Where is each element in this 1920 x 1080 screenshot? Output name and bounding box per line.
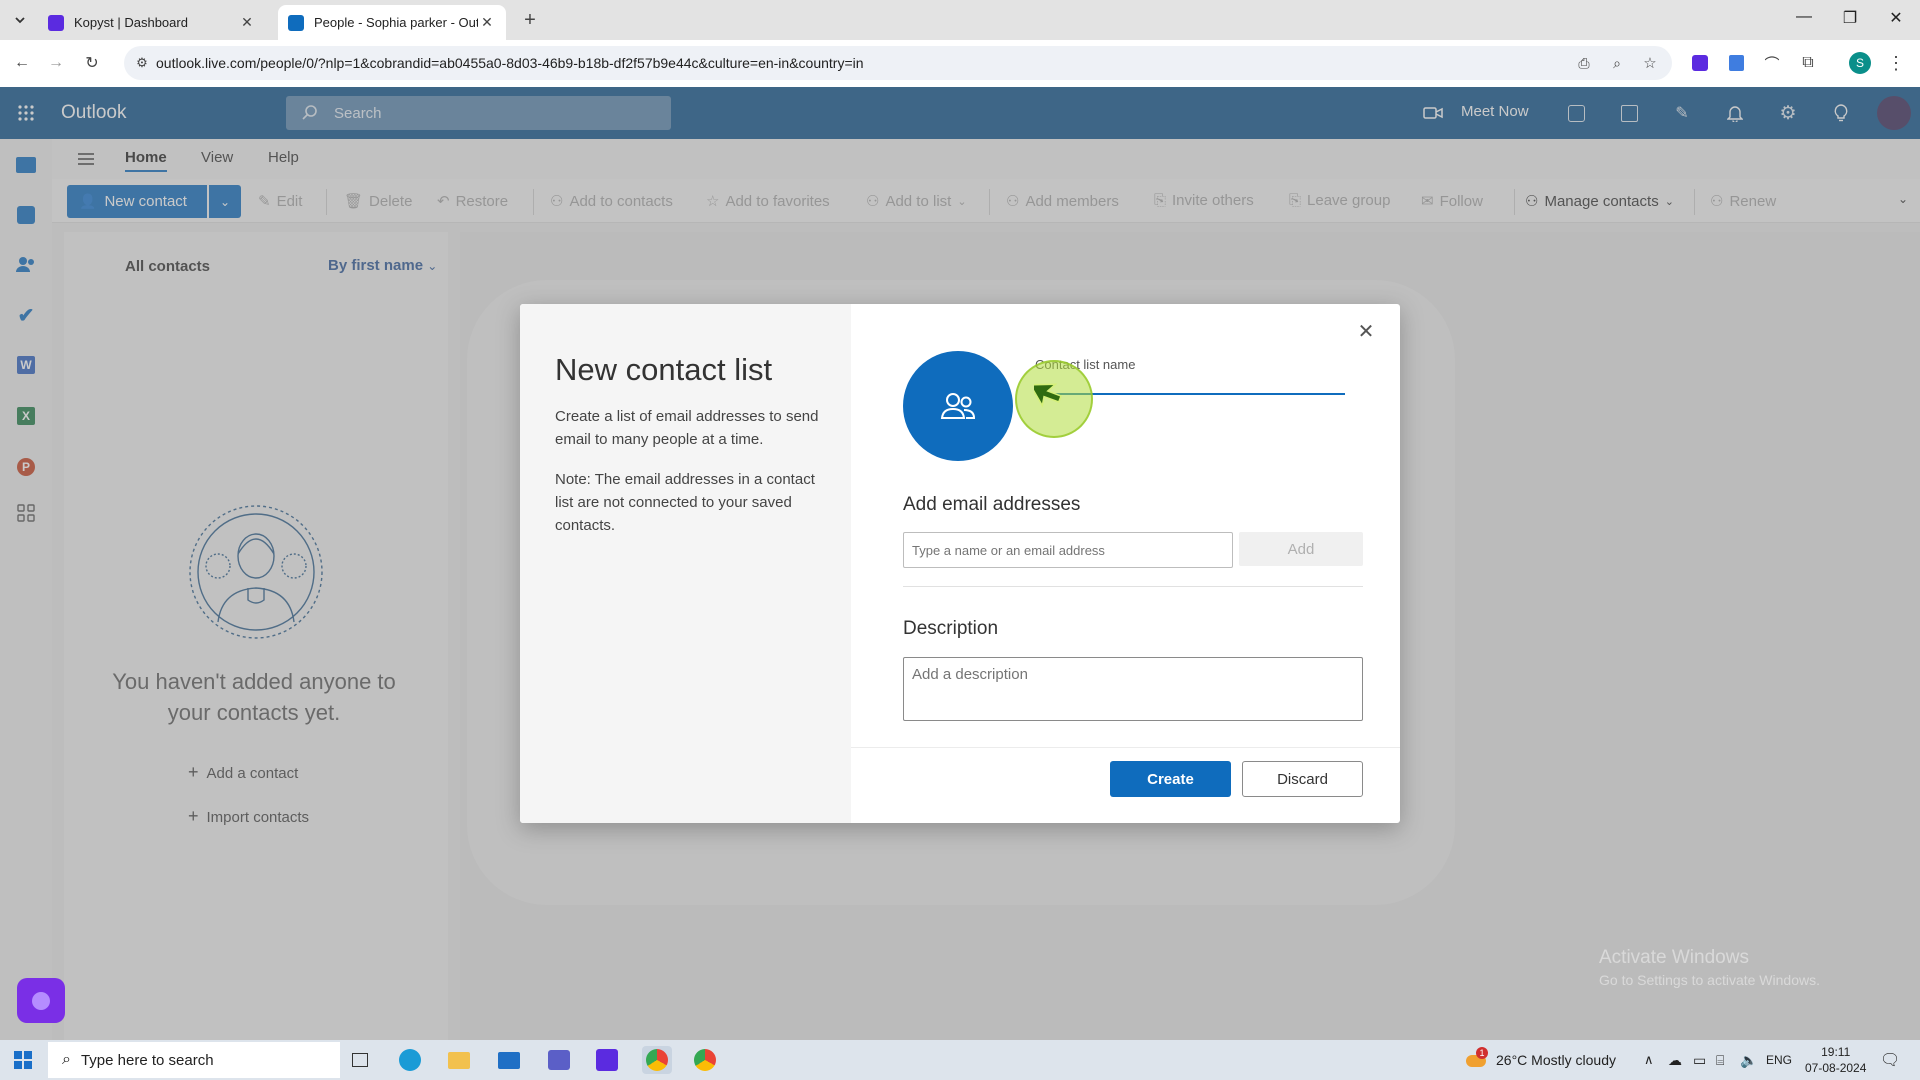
tray-network-icon[interactable]: ⌸ — [1716, 1040, 1724, 1080]
dialog-title: New contact list — [555, 352, 773, 387]
add-email-button[interactable]: Add — [1239, 532, 1363, 566]
tab-title: People - Sophia parker - Outlo — [314, 15, 478, 30]
email-address-input[interactable] — [903, 532, 1233, 568]
kopyst-favicon-icon — [48, 14, 64, 31]
tab-kopyst-dashboard[interactable]: Kopyst | Dashboard ✕ — [38, 5, 266, 40]
description-textarea[interactable] — [903, 657, 1363, 721]
extensions-puzzle-icon[interactable]: ⧉ — [1796, 51, 1820, 75]
reload-icon[interactable]: ↻ — [80, 51, 104, 75]
extension-arc-icon[interactable]: ⌒ — [1760, 51, 1784, 75]
forward-icon[interactable]: → — [44, 51, 68, 75]
language-indicator[interactable]: ENG — [1766, 1040, 1792, 1080]
clock-date: 07-08-2024 — [1805, 1061, 1867, 1075]
discard-button[interactable]: Discard — [1242, 761, 1363, 797]
tab-title: Kopyst | Dashboard — [74, 15, 188, 30]
activate-windows-subtext: Go to Settings to activate Windows. — [1599, 972, 1820, 988]
chrome-app-icon[interactable] — [642, 1046, 672, 1074]
kopyst-extension-icon[interactable] — [1688, 51, 1712, 75]
minimize-icon[interactable]: — — [1784, 8, 1824, 32]
edge-icon[interactable] — [395, 1046, 425, 1074]
tab-people-outlook[interactable]: People - Sophia parker - Outlo ✕ — [278, 5, 506, 40]
mail-app-icon[interactable] — [494, 1046, 524, 1074]
browser-tab-strip: Kopyst | Dashboard ✕ People - Sophia par… — [0, 0, 1920, 40]
install-app-icon[interactable]: ⎙ — [1572, 51, 1596, 75]
taskbar-search-box[interactable]: ⌕ Type here to search — [48, 1042, 340, 1078]
zoom-icon[interactable]: ⌕ — [1605, 51, 1629, 75]
taskbar-search-placeholder: Type here to search — [80, 1051, 214, 1069]
weather-cloud-icon: 1 — [1466, 1047, 1488, 1069]
add-email-addresses-heading: Add email addresses — [903, 494, 1081, 515]
weather-alert-badge: 1 — [1476, 1047, 1488, 1059]
task-view-icon[interactable] — [345, 1046, 375, 1074]
tray-battery-icon[interactable]: ▭ — [1693, 1040, 1706, 1080]
create-button[interactable]: Create — [1110, 761, 1231, 797]
description-heading: Description — [903, 618, 999, 639]
section-divider — [903, 586, 1363, 587]
bookmark-star-icon[interactable]: ☆ — [1638, 51, 1662, 75]
close-tab-icon[interactable]: ✕ — [478, 14, 496, 31]
new-tab-icon[interactable]: + — [518, 8, 542, 32]
windows-taskbar: ⌕ Type here to search 1 26°C Mostly clou… — [0, 1040, 1920, 1080]
windows-start-icon[interactable] — [8, 1046, 38, 1074]
word-extension-icon[interactable] — [1724, 51, 1748, 75]
weather-text: 26°C Mostly cloudy — [1496, 1052, 1616, 1068]
back-icon[interactable]: ← — [10, 51, 34, 75]
profile-avatar[interactable]: S — [1848, 51, 1872, 75]
record-dot-icon — [32, 991, 50, 1010]
chrome-profile-app-icon[interactable] — [690, 1046, 720, 1074]
teams-app-icon[interactable] — [544, 1046, 574, 1074]
clock[interactable]: 19:11 07-08-2024 — [1805, 1040, 1866, 1080]
restore-window-icon[interactable]: ❐ — [1830, 8, 1870, 32]
footer-divider — [851, 747, 1400, 748]
file-explorer-icon[interactable] — [444, 1046, 474, 1074]
clock-time: 19:11 — [1821, 1045, 1851, 1059]
browser-toolbar: ← → ↻ ⚙ outlook.live.com/people/0/?nlp=1… — [0, 40, 1920, 87]
weather-widget[interactable]: 1 26°C Mostly cloudy — [1466, 1040, 1616, 1080]
dialog-description: Create a list of email addresses to send… — [555, 408, 819, 448]
activate-windows-watermark: Activate Windows — [1599, 947, 1749, 968]
tray-chevron-icon[interactable]: ∧ — [1644, 1040, 1654, 1080]
search-icon: ⌕ — [62, 1051, 71, 1068]
tray-cloud-icon[interactable]: ☁ — [1668, 1040, 1682, 1080]
kopyst-app-icon[interactable] — [592, 1046, 622, 1074]
site-info-icon[interactable]: ⚙ — [130, 51, 154, 75]
kopyst-floating-button[interactable] — [17, 978, 65, 1023]
close-window-icon[interactable]: ✕ — [1876, 8, 1916, 32]
outlook-favicon-icon — [288, 14, 304, 31]
tab-search-chevron-icon[interactable] — [8, 8, 32, 32]
close-tab-icon[interactable]: ✕ — [238, 14, 256, 31]
cursor-arrow-icon — [1034, 383, 1063, 408]
new-contact-list-dialog: New contact list Create a list of email … — [520, 304, 1400, 823]
notification-center-icon[interactable]: 🗨 — [1880, 1040, 1900, 1080]
dialog-note: Note: The email addresses in a contact l… — [555, 471, 815, 534]
address-bar[interactable]: ⚙ outlook.live.com/people/0/?nlp=1&cobra… — [124, 46, 1672, 80]
contact-list-avatar[interactable] — [903, 351, 1013, 461]
dialog-info-panel: New contact list Create a list of email … — [520, 304, 851, 823]
tray-volume-icon[interactable]: 🔈 — [1740, 1040, 1757, 1080]
browser-menu-icon[interactable]: ⋮ — [1884, 51, 1908, 75]
url-text: outlook.live.com/people/0/?nlp=1&cobrand… — [156, 55, 864, 71]
close-icon[interactable]: ✕ — [1353, 318, 1379, 344]
